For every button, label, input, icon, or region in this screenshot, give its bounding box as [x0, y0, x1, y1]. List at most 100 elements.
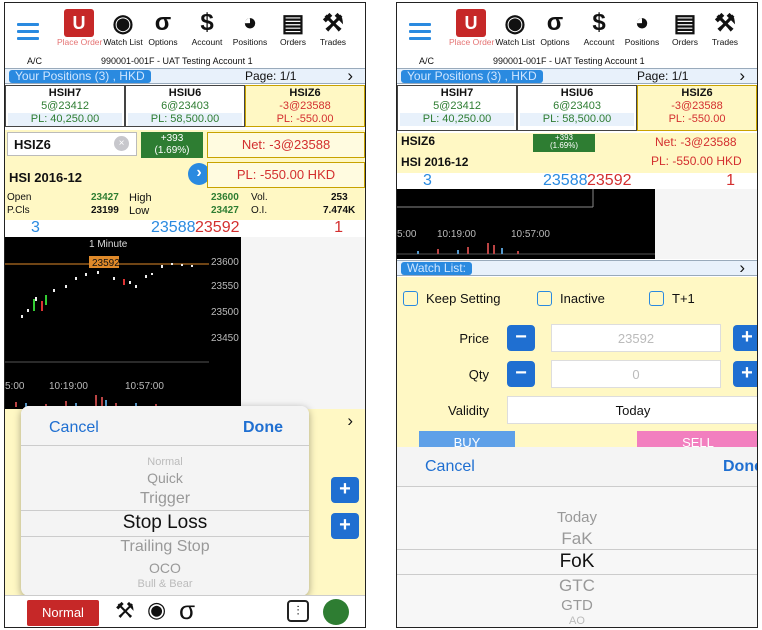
app-logo-icon: U [64, 9, 94, 37]
page-indicator: Page: 1/1 [637, 69, 689, 83]
last-price-tag: 23592 [92, 258, 120, 269]
picker-option[interactable]: Today [397, 509, 757, 526]
done-button[interactable]: Done [243, 419, 283, 437]
position-cells: HSIH7 5@23412 PL: 40,250.00 HSIU6 6@2340… [397, 85, 757, 131]
buy-button[interactable]: BUY [419, 431, 515, 447]
t-plus-1-checkbox[interactable]: T+1 [649, 291, 695, 306]
picker-option[interactable]: Trigger [21, 490, 309, 508]
plus-button[interactable]: + [331, 477, 359, 503]
picker-option[interactable]: FaK [397, 529, 757, 549]
picker-option[interactable]: Normal [21, 456, 309, 468]
picker-option[interactable]: Quick [21, 470, 309, 486]
gavel-icon: ⚒ [322, 9, 344, 37]
picker-option[interactable]: AO [397, 615, 757, 627]
options-button[interactable]: σ Options [143, 9, 183, 47]
net-position: Net: -3@23588 [207, 132, 365, 158]
validity-picker: Cancel Done Today FaK FoK GTC GTD AO [397, 447, 757, 627]
series-label: HSI 2016-12 [401, 155, 469, 169]
account-button[interactable]: $ Account [577, 9, 621, 47]
sigma-icon[interactable]: σ [179, 595, 195, 626]
chevron-right-icon[interactable]: › [739, 258, 745, 278]
pl-value: PL: -550.00 HKD [207, 162, 365, 188]
price-input[interactable]: 23592 [551, 324, 721, 352]
clear-icon[interactable]: × [114, 136, 129, 151]
app-logo-icon: U [456, 9, 486, 37]
chevron-right-icon[interactable]: › [739, 66, 745, 86]
bottom-bar: Normal ⚒ ◉ σ ⫶ [5, 595, 365, 627]
positions-button[interactable]: ◕ Positions [619, 9, 665, 47]
plus-button[interactable]: + [331, 513, 359, 539]
trades-button[interactable]: ⚒ Trades [705, 9, 745, 48]
symbol-code[interactable]: HSIZ6 [401, 134, 435, 148]
sell-button[interactable]: SELL [637, 431, 757, 447]
position-cell[interactable]: HSIU6 6@23403 PL: 58,500.00 [125, 85, 245, 127]
menu-icon[interactable] [17, 23, 39, 41]
position-cell-selected[interactable]: HSIZ6 -3@23588 PL: -550.00 [245, 85, 365, 127]
price-plus-button[interactable]: + [733, 325, 757, 351]
pl-value: PL: -550.00 HKD [651, 154, 742, 168]
validity-label: Validity [448, 403, 489, 418]
position-cell[interactable]: HSIH7 5@23412 PL: 40,250.00 [5, 85, 125, 127]
picker-option[interactable]: Bull & Bear [21, 578, 309, 590]
order-type-button[interactable]: Normal [27, 600, 99, 626]
positions-button[interactable]: ◕ Positions [227, 9, 273, 47]
price-minus-button[interactable]: − [507, 325, 535, 351]
x-axis-label: 5:00 [397, 229, 417, 240]
qty-input[interactable]: 0 [551, 360, 721, 388]
pie-chart-icon: ◕ [634, 9, 650, 36]
place-order-button[interactable]: U Place Order [449, 9, 494, 47]
cancel-button[interactable]: Cancel [425, 458, 475, 476]
picker-option[interactable]: GTD [397, 597, 757, 614]
trades-button[interactable]: ⚒ Trades [313, 9, 353, 48]
gavel-icon[interactable]: ⚒ [115, 598, 135, 624]
options-button[interactable]: σ Options [535, 9, 575, 47]
place-order-button[interactable]: U Place Order [57, 9, 102, 47]
picker-selection-line [21, 536, 309, 537]
chevron-right-icon[interactable]: › [347, 66, 353, 86]
pie-chart-icon: ◕ [242, 9, 258, 36]
position-cell-selected[interactable]: HSIZ6 -3@23588 PL: -550.00 [637, 85, 757, 131]
price-chart[interactable]: 5:00 10:19:00 10:57:00 [397, 189, 655, 259]
account-line: A/C 990001-001F - UAT Testing Account 1 [27, 56, 253, 66]
picker-option-selected[interactable]: FoK [397, 551, 757, 573]
orders-button[interactable]: ▤ Orders [665, 9, 705, 48]
menu-icon[interactable] [409, 23, 431, 41]
chart-side-panel [241, 237, 365, 409]
x-axis-label: 5:00 [5, 381, 25, 392]
picker-option[interactable]: OCO [21, 560, 309, 576]
positions-tab[interactable]: Your Positions (3) , HKD [9, 70, 151, 83]
picker-option[interactable]: Trailing Stop [21, 538, 309, 556]
orders-button[interactable]: ▤ Orders [273, 9, 313, 48]
done-button[interactable]: Done [723, 458, 757, 476]
settings-icon[interactable]: ⫶ [287, 600, 309, 622]
qty-minus-button[interactable]: − [507, 361, 535, 387]
account-line: A/C 990001-001F - UAT Testing Account 1 [419, 56, 645, 66]
validity-select[interactable]: Today [507, 396, 757, 424]
picker-option[interactable]: GTC [397, 576, 757, 596]
money-icon: $ [200, 9, 214, 36]
keep-setting-checkbox[interactable]: Keep Setting [403, 291, 500, 306]
change-badge: +393 (1.69%) [141, 132, 203, 158]
qty-plus-button[interactable]: + [733, 361, 757, 387]
positions-tab[interactable]: Your Positions (3) , HKD [401, 70, 543, 83]
picker-option-selected[interactable]: Stop Loss [21, 512, 309, 534]
inactive-checkbox[interactable]: Inactive [537, 291, 605, 306]
status-indicator [323, 599, 349, 625]
orders-icon: ▤ [673, 9, 697, 37]
cancel-button[interactable]: Cancel [49, 419, 99, 437]
picker-header: Cancel Done [21, 406, 309, 446]
watch-list-tab[interactable]: Watch List: [401, 262, 472, 275]
x-axis-label: 10:19:00 [49, 381, 88, 392]
position-cell[interactable]: HSIU6 6@23403 PL: 58,500.00 [517, 85, 637, 131]
watch-list-button[interactable]: ◉ Watch List [493, 9, 537, 48]
watch-list-button[interactable]: ◉ Watch List [101, 9, 145, 48]
eye-icon[interactable]: ◉ [147, 597, 166, 623]
position-cell[interactable]: HSIH7 5@23412 PL: 40,250.00 [397, 85, 517, 131]
phone-right: U Place Order ◉ Watch List σ Options $ A… [396, 2, 758, 628]
positions-bar: Your Positions (3) , HKD Page: 1/1 › [397, 66, 757, 86]
toolbar: U Place Order ◉ Watch List σ Options $ A… [397, 3, 757, 66]
account-button[interactable]: $ Account [185, 9, 229, 47]
price-chart[interactable]: 1 Minute 23592 5:00 10:19:00 10:57:00 [5, 237, 209, 409]
market-stats: Open 23427 High 23600 Vol. 253 P.Cls 231… [5, 190, 365, 220]
money-icon: $ [592, 9, 606, 36]
